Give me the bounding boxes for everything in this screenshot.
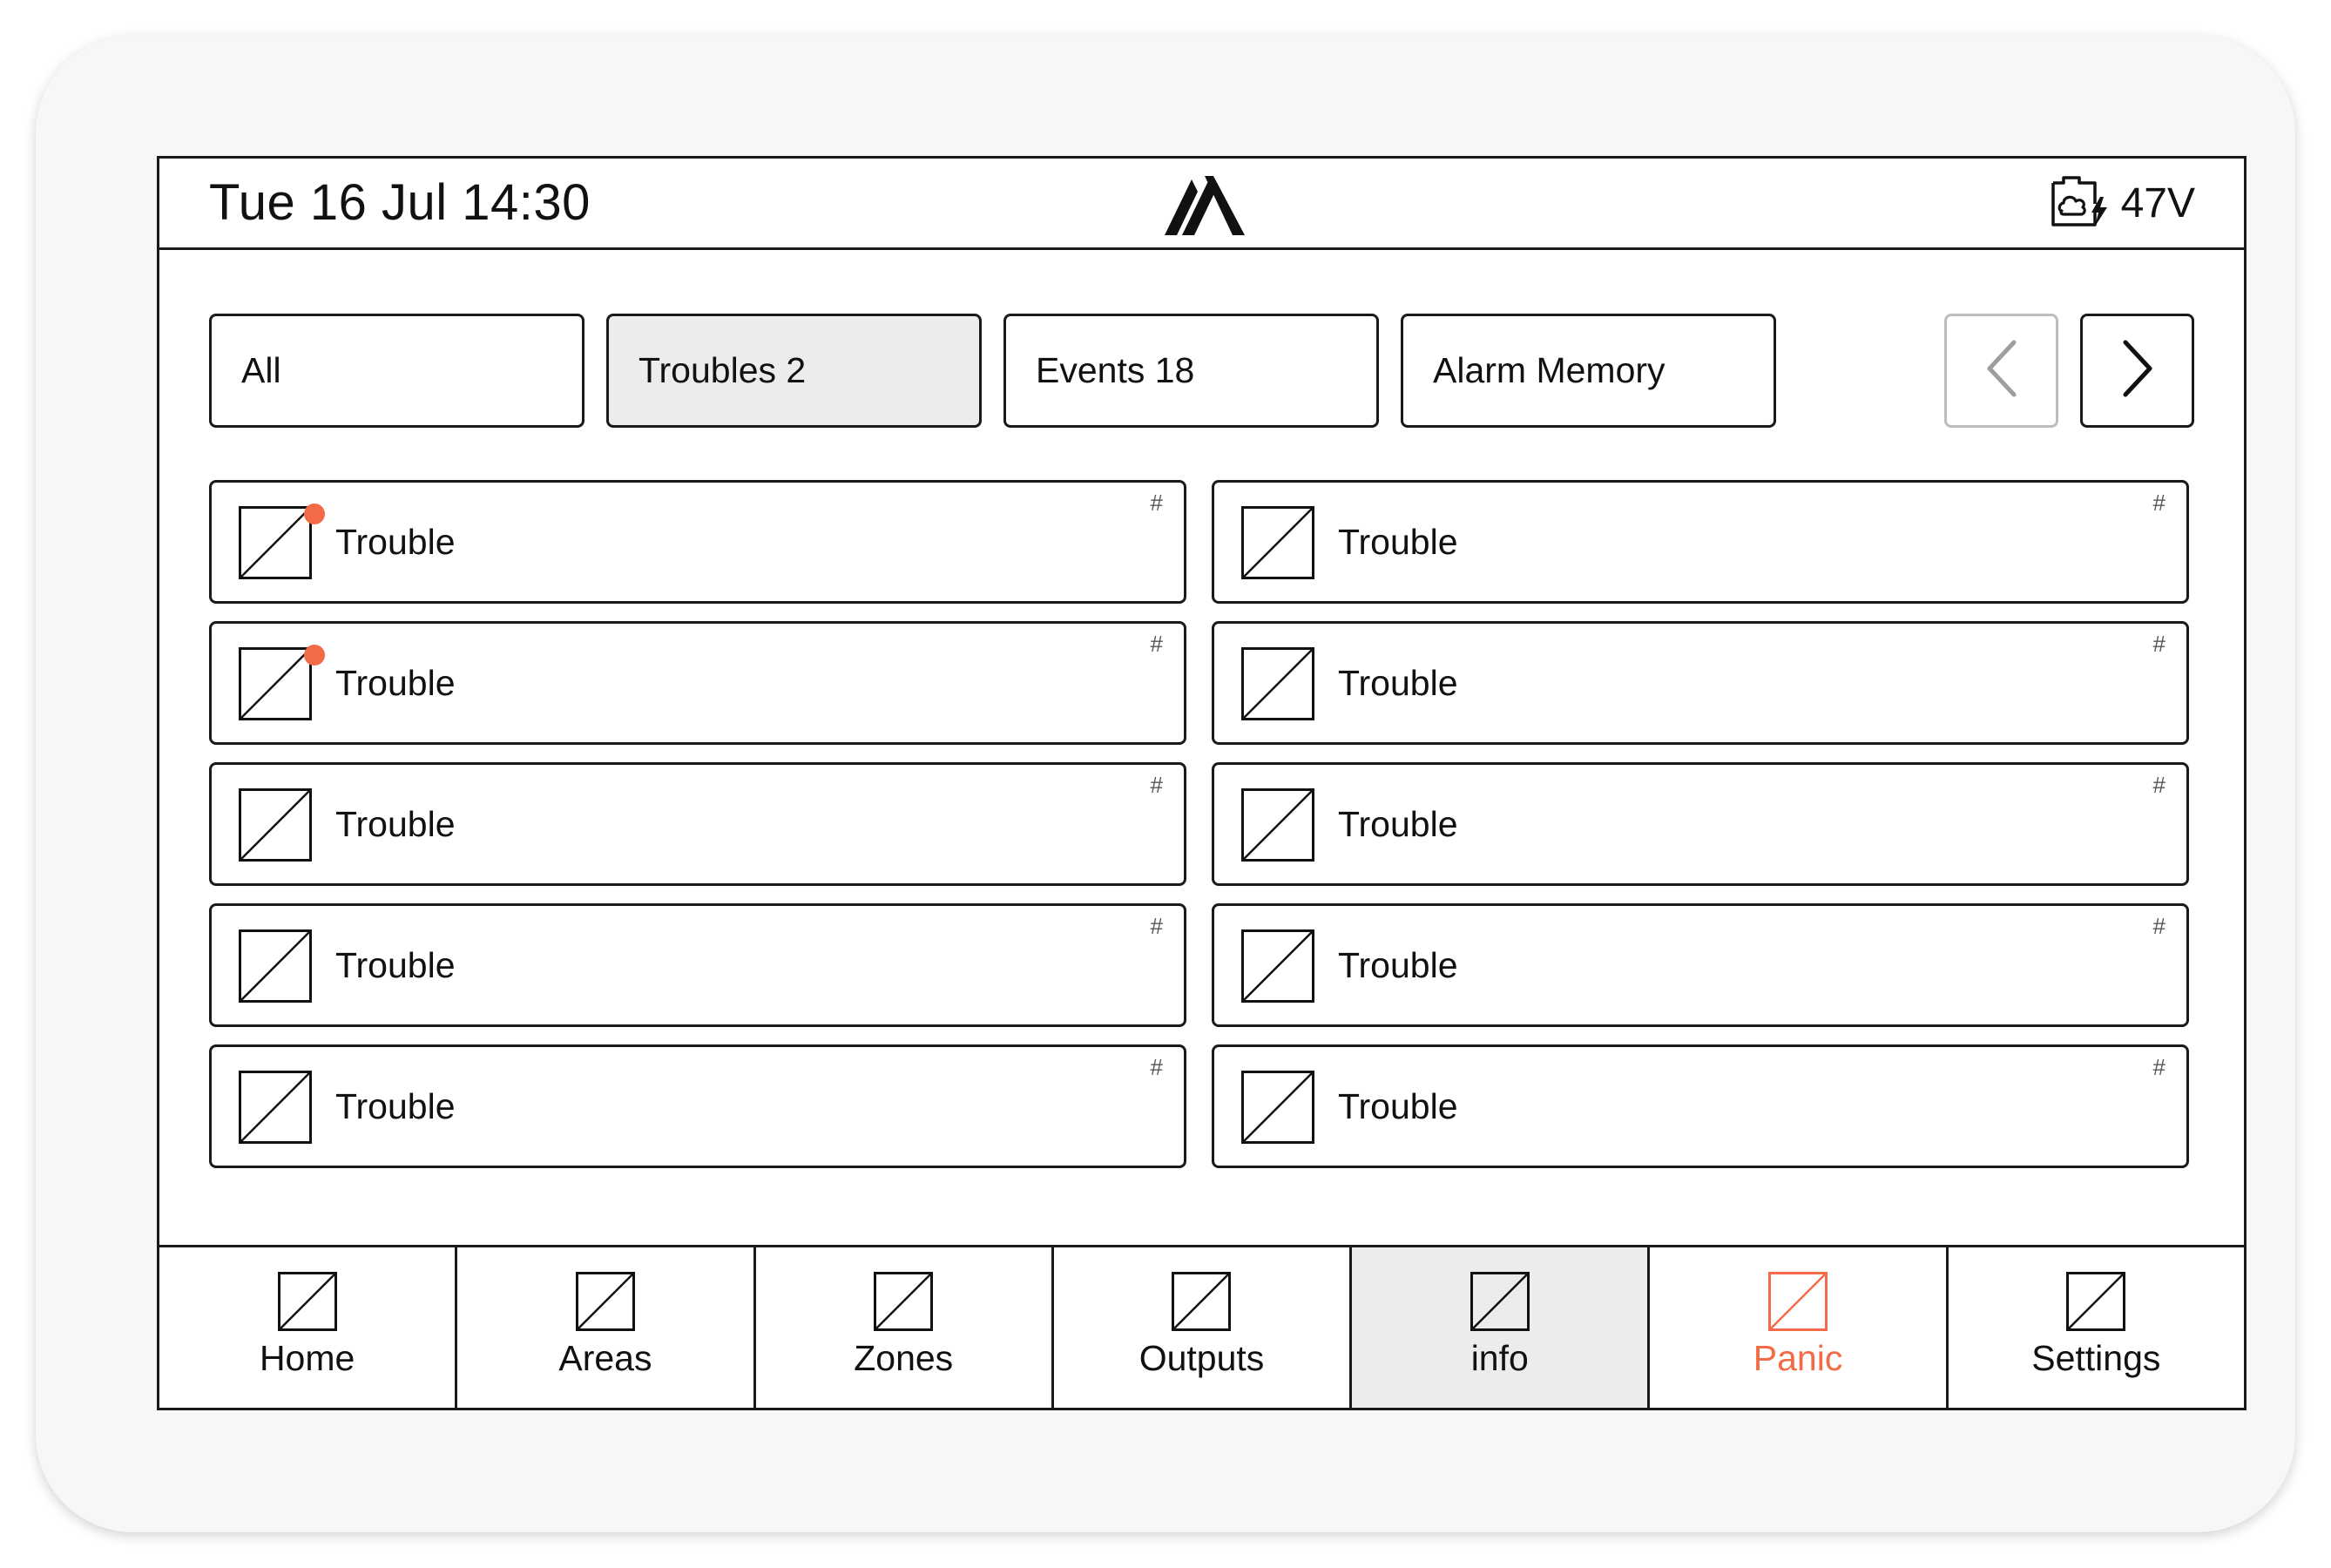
item-label: Trouble [335, 663, 456, 703]
next-page-button[interactable] [2080, 314, 2194, 428]
tab-troubles-label: Troubles 2 [638, 350, 807, 390]
placeholder-icon [239, 929, 312, 1003]
item-number: # [1150, 1054, 1163, 1080]
tab-all[interactable]: All [209, 314, 584, 428]
nav-areas[interactable]: Areas [457, 1247, 756, 1408]
list-item[interactable]: Trouble # [209, 762, 1186, 886]
zones-icon [874, 1272, 934, 1331]
list-item[interactable]: Trouble # [209, 1044, 1186, 1168]
item-label: Trouble [1338, 663, 1458, 703]
settings-icon [2066, 1272, 2126, 1331]
nav-zones[interactable]: Zones [755, 1247, 1054, 1408]
nav-panic[interactable]: Panic [1650, 1247, 1949, 1408]
list-item[interactable]: Trouble # [1212, 762, 2189, 886]
tab-events[interactable]: Events 18 [1003, 314, 1379, 428]
list-item[interactable]: Trouble # [1212, 903, 2189, 1027]
item-number: # [2152, 1054, 2165, 1080]
power-supply-icon [2050, 174, 2109, 233]
item-label: Trouble [335, 522, 456, 562]
item-number: # [1150, 631, 1163, 657]
nav-info[interactable]: info [1352, 1247, 1651, 1408]
placeholder-icon [239, 647, 312, 720]
item-label: Trouble [1338, 1086, 1458, 1126]
nav-settings[interactable]: Settings [1948, 1247, 2244, 1408]
nav-zones-label: Zones [854, 1338, 954, 1378]
item-label: Trouble [335, 945, 456, 985]
item-label: Trouble [335, 1086, 456, 1126]
item-number: # [2152, 772, 2165, 798]
nav-areas-label: Areas [558, 1338, 652, 1378]
item-number: # [2152, 631, 2165, 657]
device-frame: Tue 16 Jul 14:30 47V All Troubles 2 Even… [36, 36, 2295, 1532]
list-item[interactable]: Trouble # [1212, 1044, 2189, 1168]
prev-page-button[interactable] [1944, 314, 2058, 428]
nav-panic-label: Panic [1753, 1338, 1843, 1378]
nav-info-label: info [1470, 1338, 1529, 1378]
list-item[interactable]: Trouble # [1212, 621, 2189, 745]
brand-logo-icon [1165, 176, 1245, 235]
unread-dot [304, 645, 325, 666]
placeholder-icon [239, 506, 312, 579]
nav-outputs-label: Outputs [1138, 1338, 1265, 1378]
panic-icon [1768, 1272, 1828, 1331]
chevron-right-icon [2115, 337, 2160, 404]
placeholder-icon [1241, 929, 1314, 1003]
power-voltage: 47V [2120, 179, 2195, 226]
item-label: Trouble [1338, 804, 1458, 844]
item-number: # [1150, 490, 1163, 516]
screen: Tue 16 Jul 14:30 47V All Troubles 2 Even… [157, 156, 2247, 1410]
placeholder-icon [239, 1071, 312, 1144]
placeholder-icon [1241, 506, 1314, 579]
tab-troubles[interactable]: Troubles 2 [606, 314, 982, 428]
areas-icon [575, 1272, 635, 1331]
outputs-icon [1172, 1272, 1232, 1331]
status-bar: Tue 16 Jul 14:30 47V [159, 159, 2244, 250]
item-label: Trouble [1338, 522, 1458, 562]
item-label: Trouble [335, 804, 456, 844]
placeholder-icon [1241, 647, 1314, 720]
nav-outputs[interactable]: Outputs [1053, 1247, 1353, 1408]
bottom-nav: Home Areas Zones Outputs info Panic Sett… [159, 1245, 2244, 1408]
item-number: # [2152, 913, 2165, 939]
tab-alarm-memory[interactable]: Alarm Memory [1401, 314, 1776, 428]
nav-settings-label: Settings [2031, 1338, 2161, 1378]
chevron-left-icon [1979, 337, 2024, 404]
list-item[interactable]: Trouble # [209, 621, 1186, 745]
item-number: # [1150, 772, 1163, 798]
tab-alarm-memory-label: Alarm Memory [1433, 350, 1665, 390]
tab-events-label: Events 18 [1036, 350, 1195, 390]
date-time: Tue 16 Jul 14:30 [209, 174, 591, 231]
info-icon [1470, 1272, 1530, 1331]
placeholder-icon [1241, 788, 1314, 862]
home-icon [277, 1272, 337, 1331]
nav-home[interactable]: Home [159, 1247, 458, 1408]
placeholder-icon [1241, 1071, 1314, 1144]
placeholder-icon [239, 788, 312, 862]
unread-dot [304, 504, 325, 524]
nav-home-label: Home [259, 1338, 355, 1378]
item-label: Trouble [1338, 945, 1458, 985]
power-status: 47V [2050, 159, 2195, 247]
list-item[interactable]: Trouble # [209, 903, 1186, 1027]
list-item[interactable]: Trouble # [1212, 480, 2189, 604]
list-item[interactable]: Trouble # [209, 480, 1186, 604]
item-number: # [2152, 490, 2165, 516]
trouble-list: Trouble # Trouble # Trouble # Trouble # [209, 480, 2194, 1170]
tab-all-label: All [241, 350, 281, 390]
item-number: # [1150, 913, 1163, 939]
